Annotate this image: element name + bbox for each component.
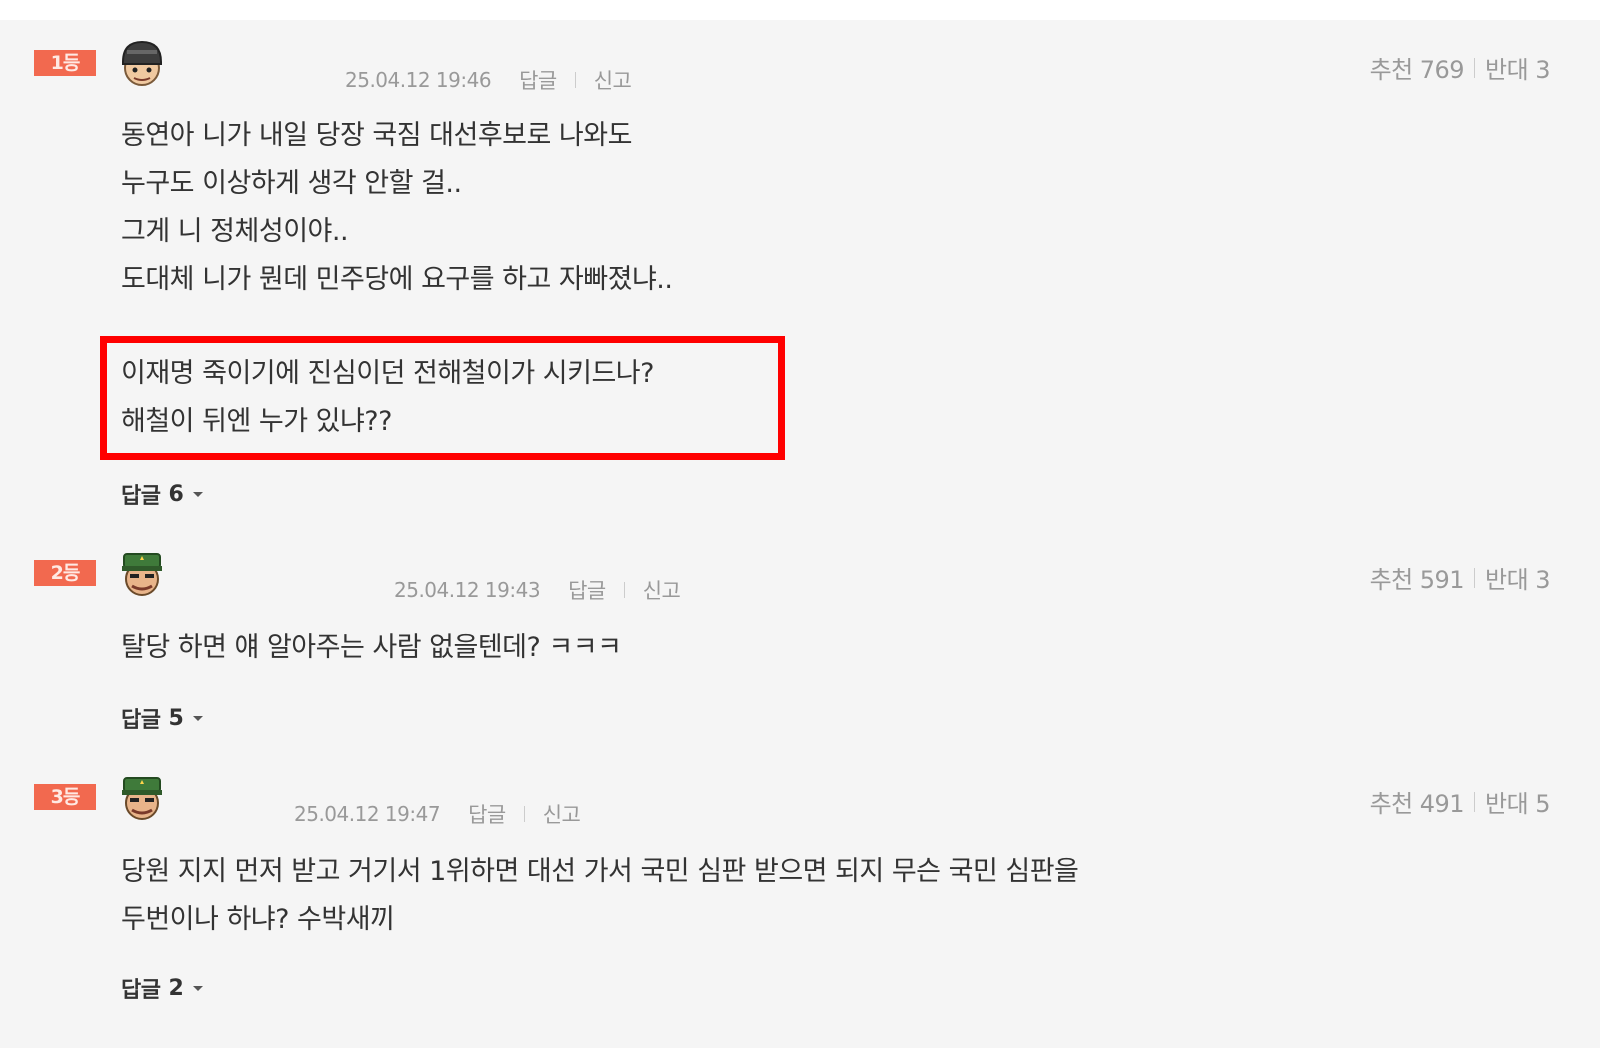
comment-line: 누구도 이상하게 생각 안할 걸.. — [121, 168, 462, 199]
caret-down-icon — [193, 985, 204, 991]
divider — [574, 72, 576, 88]
replies-count: 5 — [168, 705, 184, 731]
report-link[interactable]: 신고 — [643, 575, 681, 605]
downvote-count: 3 — [1535, 56, 1550, 84]
divider — [1474, 791, 1476, 812]
replies-count: 6 — [168, 481, 184, 507]
upvote-count: 491 — [1419, 790, 1465, 818]
upvote-button[interactable]: 추천 769 — [1369, 50, 1465, 85]
comment-line: 해철이 뒤엔 누가 있냐?? — [121, 406, 392, 437]
downvote-count: 3 — [1535, 566, 1550, 594]
caret-down-icon — [193, 491, 204, 497]
upvote-label: 추천 — [1369, 790, 1414, 818]
reply-link[interactable]: 답글 — [568, 575, 606, 605]
downvote-button[interactable]: 반대 3 — [1485, 50, 1550, 85]
upvote-count: 591 — [1419, 566, 1465, 594]
comment-line: 당원 지지 먼저 받고 거기서 1위하면 대선 가서 국민 심판 받으면 되지 … — [121, 856, 1079, 887]
comment-line: 도대체 니가 뭔데 민주당에 요구를 하고 자빠졌냐.. — [121, 264, 673, 295]
rank-badge: 3등 — [34, 784, 96, 810]
divider — [1474, 57, 1476, 78]
downvote-label: 반대 — [1485, 790, 1529, 818]
comment-date: 25.04.12 19:46 — [345, 68, 492, 92]
comment-line: 동연아 니가 내일 당장 국짐 대선후보로 나와도 — [121, 120, 632, 151]
vote-counts: 추천 491 반대 5 — [1369, 784, 1551, 819]
upvote-count: 769 — [1419, 56, 1465, 84]
comment-date: 25.04.12 19:47 — [294, 802, 441, 826]
caret-down-icon — [193, 715, 204, 721]
downvote-label: 반대 — [1485, 56, 1529, 84]
comment-meta: 25.04.12 19:47 답글 신고 — [294, 799, 581, 829]
reply-link[interactable]: 답글 — [468, 799, 506, 829]
comment-line: 그게 니 정체성이야.. — [121, 216, 349, 247]
comment-line: 이재명 죽이기에 진심이던 전해철이가 시키드나? — [121, 358, 654, 389]
replies-toggle[interactable]: 답글 5 — [121, 702, 204, 734]
soldier-helmet-avatar-icon — [117, 38, 167, 88]
downvote-button[interactable]: 반대 5 — [1485, 784, 1550, 819]
replies-label: 답글 — [121, 484, 161, 509]
comment-line: 두번이나 하냐? 수박새끼 — [121, 904, 395, 935]
downvote-label: 반대 — [1485, 566, 1529, 594]
soldier-green-cap-avatar-icon — [117, 772, 167, 822]
divider — [1474, 567, 1476, 588]
vote-counts: 추천 591 반대 3 — [1369, 560, 1551, 595]
replies-count: 2 — [168, 975, 184, 1001]
comment-meta: 25.04.12 19:46 답글 신고 — [345, 65, 632, 95]
divider — [623, 582, 625, 598]
comment-body: 당원 지지 먼저 받고 거기서 1위하면 대선 가서 국민 심판 받으면 되지 … — [121, 848, 1079, 944]
comment-body: 동연아 니가 내일 당장 국짐 대선후보로 나와도 누구도 이상하게 생각 안할… — [121, 112, 673, 304]
divider — [523, 806, 525, 822]
vote-counts: 추천 769 반대 3 — [1369, 50, 1551, 85]
upvote-button[interactable]: 추천 491 — [1369, 784, 1465, 819]
upvote-button[interactable]: 추천 591 — [1369, 560, 1465, 595]
replies-label: 답글 — [121, 708, 161, 733]
downvote-count: 5 — [1535, 790, 1550, 818]
replies-toggle[interactable]: 답글 2 — [121, 972, 204, 1004]
report-link[interactable]: 신고 — [594, 65, 632, 95]
replies-toggle[interactable]: 답글 6 — [121, 478, 204, 510]
rank-badge: 1등 — [34, 50, 96, 76]
reply-link[interactable]: 답글 — [519, 65, 557, 95]
comment-list: 1등 25.04.12 19:46 답글 신고 추천 769 반대 3 동연아 니가… — [0, 20, 1600, 1048]
comment-line: 탈당 하면 얘 알아주는 사람 없을텐데? ㅋㅋㅋ — [121, 632, 622, 663]
comment-body: 탈당 하면 얘 알아주는 사람 없을텐데? ㅋㅋㅋ — [121, 624, 622, 672]
downvote-button[interactable]: 반대 3 — [1485, 560, 1550, 595]
replies-label: 답글 — [121, 978, 161, 1003]
rank-badge: 2등 — [34, 560, 96, 586]
report-link[interactable]: 신고 — [543, 799, 581, 829]
upvote-label: 추천 — [1369, 566, 1414, 594]
comment-body-highlighted: 이재명 죽이기에 진심이던 전해철이가 시키드나? 해철이 뒤엔 누가 있냐?? — [121, 350, 654, 446]
upvote-label: 추천 — [1369, 56, 1414, 84]
soldier-green-cap-avatar-icon — [117, 548, 167, 598]
comment-date: 25.04.12 19:43 — [394, 578, 541, 602]
comment-meta: 25.04.12 19:43 답글 신고 — [394, 575, 681, 605]
